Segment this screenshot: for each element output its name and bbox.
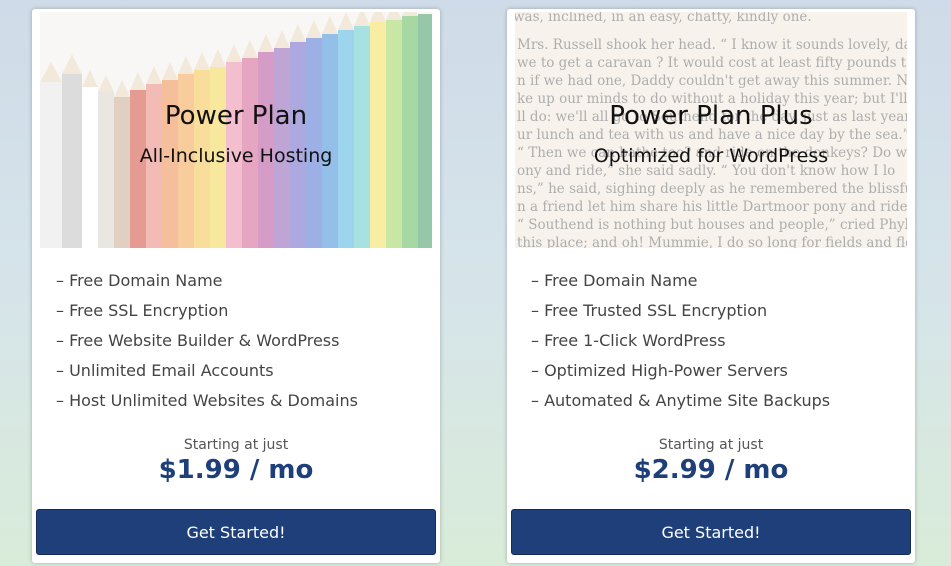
plan-subtitle: Optimized for WordPress <box>593 145 829 167</box>
feature-item: – Optimized High-Power Servers <box>531 361 788 380</box>
starting-at-label: Starting at just <box>183 437 289 453</box>
feature-item: – Unlimited Email Accounts <box>56 361 274 380</box>
starting-at-label: Starting at just <box>658 437 764 453</box>
plan-subtitle: All-Inclusive Hosting <box>139 145 333 167</box>
feature-item: – Free 1-Click WordPress <box>531 331 726 350</box>
get-started-button[interactable]: Get Started! <box>36 509 436 555</box>
plan-features-list: – Free Domain Name – Free SSL Encryption… <box>56 269 358 419</box>
feature-item: – Free Trusted SSL Encryption <box>531 301 768 320</box>
feature-item: – Automated & Anytime Site Backups <box>531 391 831 410</box>
feature-item: – Free Domain Name <box>531 271 698 290</box>
plan-hero-image: was, inclined, in an easy, chatty, kindl… <box>515 12 907 248</box>
plan-card-power-plan-plus: was, inclined, in an easy, chatty, kindl… <box>507 9 915 563</box>
plan-price: $2.99 / mo <box>633 455 789 485</box>
plan-title: Power Plan <box>164 101 308 131</box>
plan-features-list: – Free Domain Name – Free Trusted SSL En… <box>531 269 830 419</box>
feature-item: – Free Domain Name <box>56 271 223 290</box>
feature-item: – Host Unlimited Websites & Domains <box>56 391 358 410</box>
feature-item: – Free Website Builder & WordPress <box>56 331 340 350</box>
plan-title: Power Plan Plus <box>609 101 813 131</box>
plan-hero-image: Power Plan All-Inclusive Hosting <box>40 12 432 248</box>
get-started-button[interactable]: Get Started! <box>511 509 911 555</box>
feature-item: – Free SSL Encryption <box>56 301 229 320</box>
plan-price: $1.99 / mo <box>158 455 314 485</box>
plan-card-power-plan: Power Plan All-Inclusive Hosting – Free … <box>32 9 440 563</box>
